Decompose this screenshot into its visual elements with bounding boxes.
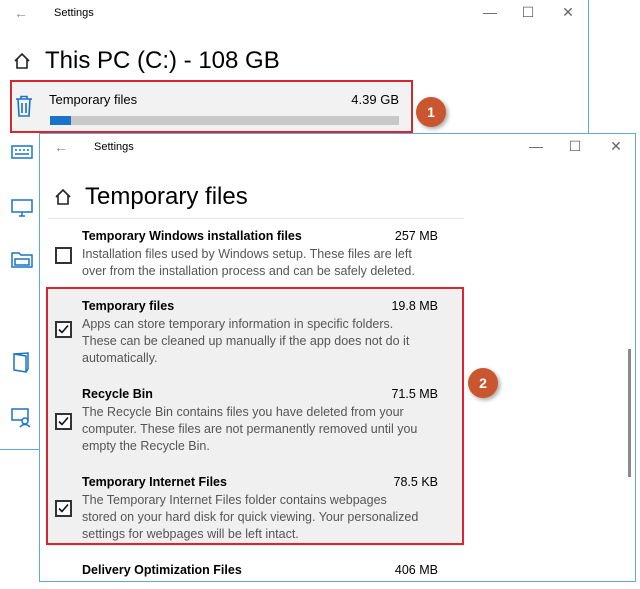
step-badge-1: 1 (416, 97, 446, 127)
divider (48, 218, 464, 219)
keyboard-icon[interactable] (11, 144, 33, 160)
back-arrow-icon[interactable]: ← (54, 139, 68, 155)
highlight-box-2 (46, 287, 464, 545)
minimize-icon[interactable]: — (480, 4, 500, 20)
folder-icon[interactable] (11, 250, 33, 268)
item-title: Temporary Windows installation files (82, 229, 302, 243)
back-arrow-icon[interactable]: ← (14, 5, 28, 21)
desc-line: over from the installation process and c… (82, 264, 415, 278)
item-title: Delivery Optimization Files (82, 563, 242, 577)
highlight-box-1 (10, 80, 413, 133)
item-size: 257 MB (394, 229, 438, 243)
close-icon[interactable]: ✕ (558, 4, 578, 21)
back-titlebar: ← Settings — ☐ ✕ (0, 0, 588, 30)
maximize-icon[interactable]: ☐ (565, 138, 585, 155)
home-icon[interactable] (13, 52, 31, 70)
back-page-title: This PC (C:) - 108 GB (45, 47, 280, 74)
home-icon[interactable] (54, 188, 72, 206)
checkbox-windows-installation-files[interactable] (55, 247, 72, 264)
maximize-icon[interactable]: ☐ (518, 4, 538, 21)
item-description: Installation files used by Windows setup… (82, 246, 442, 280)
minimize-icon[interactable]: — (526, 138, 546, 154)
monitor-icon[interactable] (11, 199, 33, 217)
back-window-title: Settings (54, 7, 94, 19)
item-size: 406 MB (394, 563, 438, 577)
front-page-title: Temporary files (85, 183, 248, 210)
scrollbar[interactable] (628, 349, 631, 477)
close-icon[interactable]: ✕ (606, 138, 626, 155)
front-window-title: Settings (94, 141, 134, 153)
book-icon[interactable] (11, 352, 31, 374)
network-user-icon[interactable] (11, 408, 33, 428)
desc-line: Installation files used by Windows setup… (82, 247, 412, 261)
front-titlebar: ← Settings — ☐ ✕ (40, 134, 635, 164)
step-badge-2: 2 (468, 368, 498, 398)
